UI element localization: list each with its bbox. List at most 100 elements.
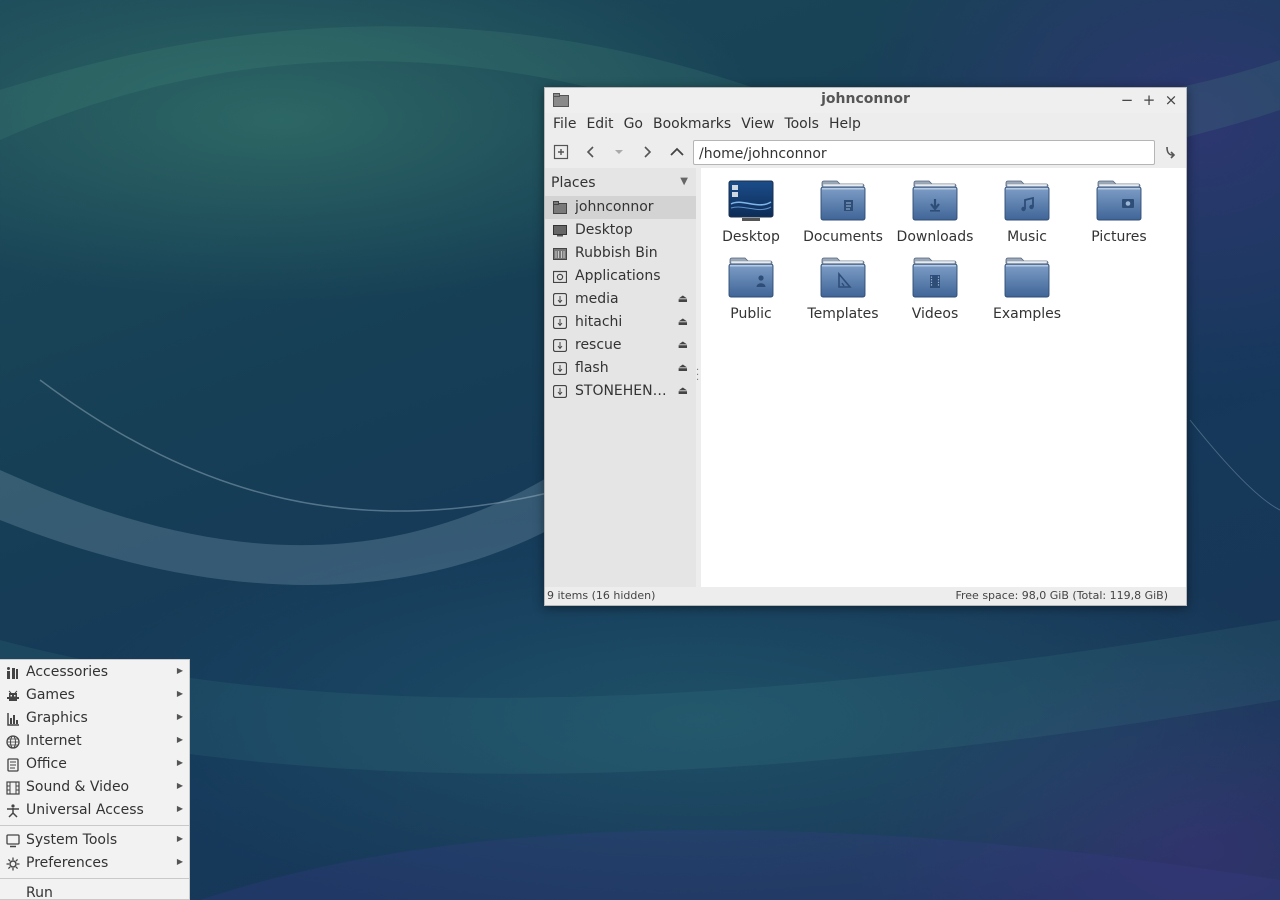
folder-icon <box>1004 257 1050 298</box>
close-button[interactable]: × <box>1162 90 1180 110</box>
places-header[interactable]: Places ▼ <box>545 168 696 196</box>
file-item-downloads[interactable]: Downloads <box>889 180 981 245</box>
file-view[interactable]: Desktop Documents Downloads Music Pictures Pu… <box>701 168 1186 587</box>
file-item-public[interactable]: Public <box>705 257 797 322</box>
menu-item-preferences[interactable]: Preferences ▶ <box>0 852 189 875</box>
forward-icon <box>644 146 652 158</box>
places-sidebar: Places ▼ johnconnor Desktop Rubbish Bin App… <box>545 168 696 587</box>
title-bar[interactable]: johnconnor − + × <box>545 88 1186 113</box>
eject-icon[interactable]: ⏏ <box>678 315 688 328</box>
office-icon <box>7 758 19 772</box>
sidebar-item-label: johnconnor <box>575 199 654 215</box>
downloads-folder-icon <box>912 180 958 221</box>
menu-go[interactable]: Go <box>619 113 648 137</box>
sidebar-item-label: STONEHEN… <box>575 383 667 399</box>
menu-separator <box>0 825 189 826</box>
sidebar-item-flash[interactable]: flash ⏏ <box>545 357 696 380</box>
sidebar-item-applications[interactable]: Applications <box>545 265 696 288</box>
menu-item-label: Graphics <box>26 710 88 726</box>
history-dropdown-button[interactable] <box>607 140 631 164</box>
back-icon <box>586 146 594 158</box>
desktop-folder-icon <box>728 180 774 221</box>
menu-tools[interactable]: Tools <box>779 113 824 137</box>
music-folder-icon <box>1004 180 1050 221</box>
eject-icon[interactable]: ⏏ <box>678 361 688 374</box>
menu-item-universal-access[interactable]: Universal Access ▶ <box>0 799 189 822</box>
usb-drive-icon <box>553 385 567 398</box>
menu-item-office[interactable]: Office ▶ <box>0 753 189 776</box>
eject-icon[interactable]: ⏏ <box>678 338 688 351</box>
preferences-icon <box>6 857 20 871</box>
sidebar-item-johnconnor[interactable]: johnconnor <box>545 196 696 219</box>
file-item-templates[interactable]: Templates <box>797 257 889 322</box>
up-icon <box>670 147 684 156</box>
up-button[interactable] <box>665 140 689 164</box>
menu-bookmarks[interactable]: Bookmarks <box>648 113 736 137</box>
desktop-icon <box>553 225 567 237</box>
sidebar-item-rescue[interactable]: rescue ⏏ <box>545 334 696 357</box>
sidebar-item-stonehen[interactable]: STONEHEN… ⏏ <box>545 380 696 403</box>
new-tab-button[interactable] <box>549 140 573 164</box>
menu-item-accessories[interactable]: Accessories ▶ <box>0 661 189 684</box>
file-item-label: Documents <box>803 229 883 245</box>
menu-item-label: Universal Access <box>26 802 144 818</box>
sidebar-item-label: rescue <box>575 337 622 353</box>
submenu-arrow-icon: ▶ <box>176 712 183 721</box>
sidebar-item-label: Rubbish Bin <box>575 245 658 261</box>
eject-icon[interactable]: ⏏ <box>678 292 688 305</box>
back-button[interactable] <box>579 140 603 164</box>
games-icon <box>7 690 19 701</box>
history-dropdown-icon <box>615 150 623 154</box>
universal-access-icon <box>7 804 19 818</box>
minimize-button[interactable]: − <box>1118 90 1136 110</box>
submenu-arrow-icon: ▶ <box>176 804 183 813</box>
file-item-desktop[interactable]: Desktop <box>705 180 797 245</box>
eject-icon[interactable]: ⏏ <box>678 384 688 397</box>
submenu-arrow-icon: ▶ <box>176 781 183 790</box>
menu-help[interactable]: Help <box>824 113 866 137</box>
menu-item-label: Accessories <box>26 664 109 680</box>
sidebar-item-label: media <box>575 291 619 307</box>
menu-view[interactable]: View <box>736 113 779 137</box>
menu-item-label: Office <box>26 756 67 772</box>
sidebar-item-media[interactable]: media ⏏ <box>545 288 696 311</box>
maximize-button[interactable]: + <box>1140 90 1158 110</box>
file-manager-window[interactable]: johnconnor − + × File Edit Go Bookmarks … <box>544 87 1187 606</box>
menu-item-games[interactable]: Games ▶ <box>0 684 189 707</box>
window-title: johnconnor <box>821 91 910 107</box>
file-item-documents[interactable]: Documents <box>797 180 889 245</box>
forward-button[interactable] <box>635 140 659 164</box>
file-item-music[interactable]: Music <box>981 180 1073 245</box>
menu-item-internet[interactable]: Internet ▶ <box>0 730 189 753</box>
menu-edit[interactable]: Edit <box>581 113 618 137</box>
submenu-arrow-icon: ▶ <box>176 857 183 866</box>
graphics-icon <box>7 713 19 726</box>
path-input[interactable] <box>693 140 1155 165</box>
internet-icon <box>6 735 20 749</box>
menu-separator <box>0 878 189 879</box>
menu-file[interactable]: File <box>548 113 581 137</box>
sidebar-item-hitachi[interactable]: hitachi ⏏ <box>545 311 696 334</box>
documents-folder-icon <box>820 180 866 221</box>
pictures-folder-icon <box>1096 180 1142 221</box>
sidebar-item-desktop[interactable]: Desktop <box>545 219 696 242</box>
menu-item-system-tools[interactable]: System Tools ▶ <box>0 829 189 852</box>
file-item-pictures[interactable]: Pictures <box>1073 180 1165 245</box>
file-item-label: Public <box>730 306 772 322</box>
menu-bar: File Edit Go Bookmarks View Tools Help <box>545 113 1186 137</box>
item-count: 9 items (16 hidden) <box>547 589 656 602</box>
file-item-examples[interactable]: Examples <box>981 257 1073 322</box>
menu-item-sound-video[interactable]: Sound & Video ▶ <box>0 776 189 799</box>
menu-item-run[interactable]: Run <box>0 882 189 900</box>
menu-item-label: Run <box>26 885 53 900</box>
menu-item-graphics[interactable]: Graphics ▶ <box>0 707 189 730</box>
file-item-videos[interactable]: Videos <box>889 257 981 322</box>
sidebar-item-rubbish-bin[interactable]: Rubbish Bin <box>545 242 696 265</box>
new-tab-icon <box>553 144 569 160</box>
sidebar-item-label: hitachi <box>575 314 623 330</box>
usb-drive-icon <box>553 362 567 375</box>
sound-video-icon <box>6 781 20 795</box>
file-item-label: Pictures <box>1091 229 1147 245</box>
go-button[interactable] <box>1158 140 1182 164</box>
submenu-arrow-icon: ▶ <box>176 689 183 698</box>
